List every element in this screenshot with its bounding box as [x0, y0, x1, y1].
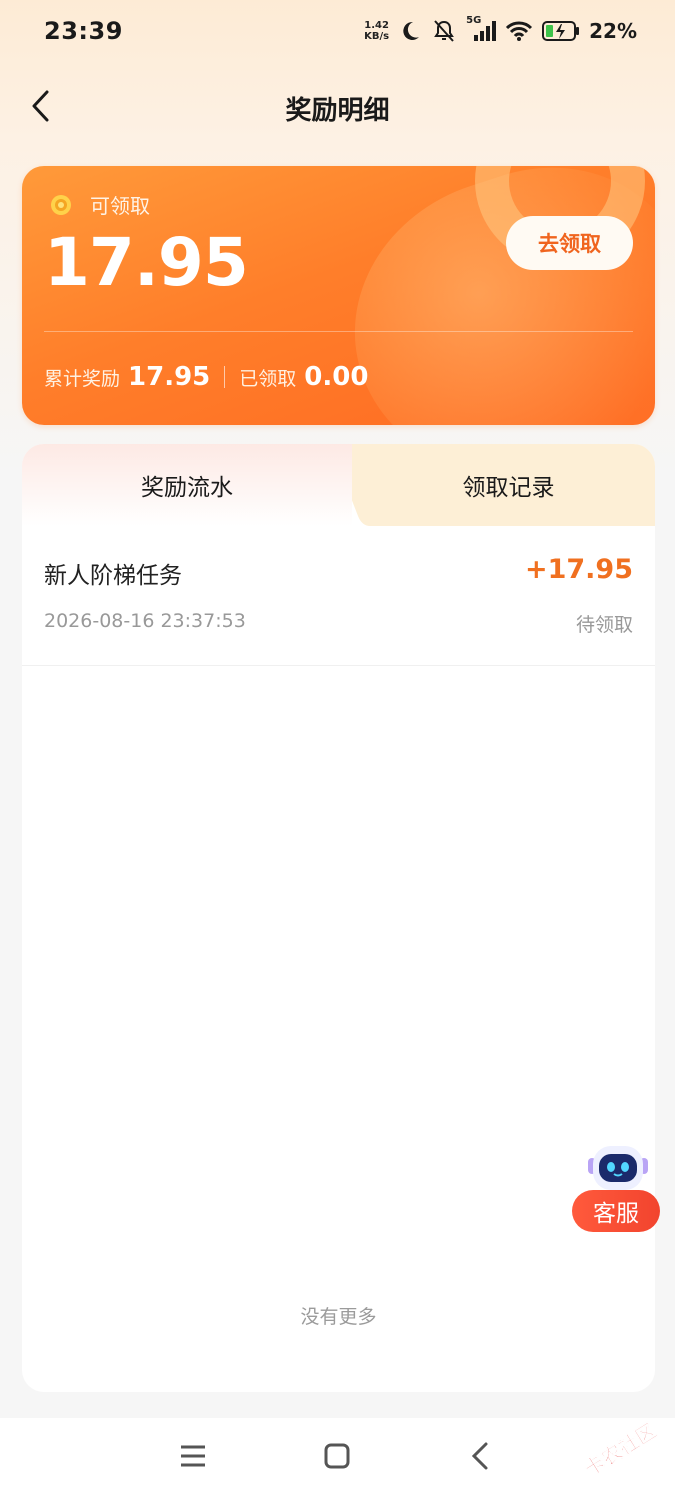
stat-separator: [224, 366, 226, 388]
net-speed-unit: KB/s: [364, 31, 390, 42]
robot-icon: [584, 1142, 652, 1194]
status-bar: 23:39 1.42 KB/s 5G 22%: [0, 0, 675, 62]
record-time: 2026-08-16 23:37:53: [44, 610, 246, 632]
battery-percent: 22%: [589, 19, 637, 43]
battery-charging-icon: [542, 20, 580, 42]
back-button[interactable]: [22, 88, 58, 128]
record-status: 待领取: [575, 614, 633, 636]
customer-service-label: 客服: [572, 1190, 660, 1232]
chevron-left-icon: [29, 89, 51, 127]
menu-icon: [179, 1444, 207, 1472]
network-type: 5G: [466, 15, 482, 26]
available-amount: 17.95: [44, 224, 249, 301]
moon-icon: [398, 19, 422, 43]
claimed-value: 0.00: [304, 362, 369, 392]
wifi-icon: [505, 20, 533, 42]
bell-muted-icon: [431, 18, 457, 44]
status-icons: 1.42 KB/s 5G 22%: [364, 15, 637, 44]
home-square-icon: [323, 1442, 351, 1474]
available-label-row: 可领取: [50, 190, 150, 219]
available-label: 可领取: [90, 194, 150, 218]
total-reward-value: 17.95: [128, 362, 211, 392]
signal-icon: 5G: [466, 15, 497, 43]
net-speed-value: 1.42: [364, 20, 389, 31]
page-title: 奖励明细: [285, 95, 390, 126]
tab-bar: 奖励流水 领取记录: [22, 444, 655, 526]
customer-service-button[interactable]: 客服: [572, 1142, 660, 1234]
svg-text:卡农社区: 卡农社区: [580, 1418, 661, 1481]
reward-card: 可领取 17.95 去领取 累计奖励 17.95 已领取 0.00: [22, 166, 655, 425]
recent-apps-button[interactable]: [173, 1438, 213, 1478]
claimed-label: 已领取: [239, 367, 297, 390]
status-time: 23:39: [44, 17, 123, 45]
card-stats: 累计奖励 17.95 已领取 0.00: [44, 362, 368, 392]
detail-panel: 奖励流水 领取记录 新人阶梯任务 +17.95 2026-08-16 23:37…: [22, 444, 655, 1392]
list-end-text: 没有更多: [300, 1306, 377, 1328]
list-item[interactable]: 新人阶梯任务 +17.95 2026-08-16 23:37:53 待领取: [22, 526, 655, 666]
tab-reward-flow[interactable]: 奖励流水: [22, 444, 352, 526]
record-title: 新人阶梯任务: [44, 563, 182, 589]
tab-claim-records[interactable]: 领取记录: [362, 444, 655, 526]
nav-bar: 奖励明细: [0, 68, 675, 148]
coin-icon: [50, 194, 72, 216]
back-triangle-icon: [470, 1441, 490, 1475]
claim-button[interactable]: 去领取: [506, 216, 633, 270]
total-reward-label: 累计奖励: [44, 367, 121, 390]
record-amount: +17.95: [524, 554, 633, 585]
home-button[interactable]: [317, 1438, 357, 1478]
card-divider: [44, 331, 633, 332]
system-back-button[interactable]: [460, 1438, 500, 1478]
net-speed: 1.42 KB/s: [364, 20, 389, 42]
watermark: 卡农社区: [572, 1405, 672, 1485]
